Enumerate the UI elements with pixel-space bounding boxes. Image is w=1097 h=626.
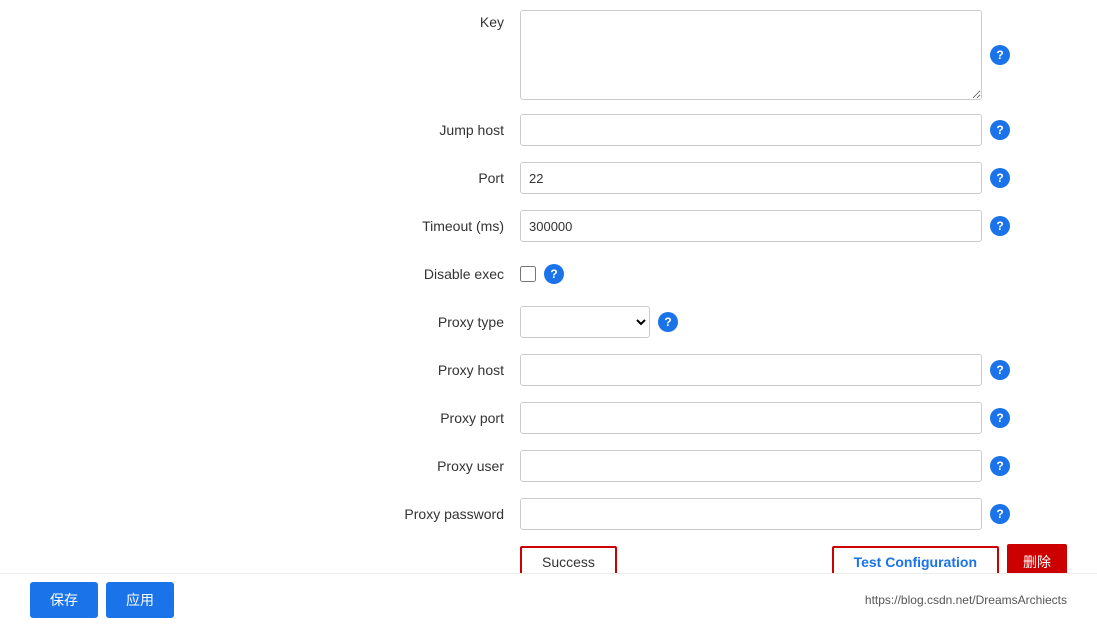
proxy-user-row: Proxy user ? — [370, 448, 1067, 484]
port-label: Port — [370, 170, 520, 186]
jump-host-input[interactable] — [520, 114, 982, 146]
timeout-input-wrap: ? — [520, 210, 1010, 242]
proxy-host-input-wrap: ? — [520, 354, 1010, 386]
proxy-user-help-icon[interactable]: ? — [990, 456, 1010, 476]
success-button[interactable]: Success — [520, 546, 617, 573]
key-help-icon[interactable]: ? — [990, 45, 1010, 65]
proxy-port-row: Proxy port ? — [370, 400, 1067, 436]
key-row: Key ? — [370, 10, 1067, 100]
key-label: Key — [370, 10, 520, 30]
proxy-port-help-icon[interactable]: ? — [990, 408, 1010, 428]
footer: 保存 应用 https://blog.csdn.net/DreamsArchie… — [0, 573, 1097, 626]
jump-host-row: Jump host ? — [370, 112, 1067, 148]
proxy-port-input-wrap: ? — [520, 402, 1010, 434]
timeout-input[interactable] — [520, 210, 982, 242]
main-content: Key ? Jump host ? Port ? — [0, 0, 1097, 573]
footer-left: 保存 应用 — [30, 582, 174, 618]
proxy-user-input[interactable] — [520, 450, 982, 482]
port-help-icon[interactable]: ? — [990, 168, 1010, 188]
disable-exec-row: Disable exec ? — [370, 256, 1067, 292]
page-wrapper: Key ? Jump host ? Port ? — [0, 0, 1097, 626]
jump-host-input-wrap: ? — [520, 114, 1010, 146]
port-input[interactable] — [520, 162, 982, 194]
action-row: Success Test Configuration 删除 — [370, 544, 1067, 573]
key-textarea[interactable] — [520, 10, 982, 100]
proxy-password-label: Proxy password — [370, 506, 520, 522]
timeout-help-icon[interactable]: ? — [990, 216, 1010, 236]
disable-exec-input-wrap: ? — [520, 264, 1010, 284]
proxy-type-label: Proxy type — [370, 314, 520, 330]
disable-exec-help-icon[interactable]: ? — [544, 264, 564, 284]
proxy-password-help-icon[interactable]: ? — [990, 504, 1010, 524]
proxy-password-input[interactable] — [520, 498, 982, 530]
apply-button[interactable]: 应用 — [106, 582, 174, 618]
proxy-user-label: Proxy user — [370, 458, 520, 474]
disable-exec-label: Disable exec — [370, 266, 520, 282]
jump-host-help-icon[interactable]: ? — [990, 120, 1010, 140]
proxy-password-input-wrap: ? — [520, 498, 1010, 530]
form-section: Key ? Jump host ? Port ? — [370, 10, 1067, 573]
key-input-wrap: ? — [520, 10, 1010, 100]
proxy-port-input[interactable] — [520, 402, 982, 434]
port-input-wrap: ? — [520, 162, 1010, 194]
proxy-host-help-icon[interactable]: ? — [990, 360, 1010, 380]
jump-host-label: Jump host — [370, 122, 520, 138]
delete-button[interactable]: 删除 — [1007, 544, 1067, 573]
proxy-user-input-wrap: ? — [520, 450, 1010, 482]
disable-exec-checkbox[interactable] — [520, 266, 536, 282]
timeout-label: Timeout (ms) — [370, 218, 520, 234]
proxy-port-label: Proxy port — [370, 410, 520, 426]
proxy-host-label: Proxy host — [370, 362, 520, 378]
timeout-row: Timeout (ms) ? — [370, 208, 1067, 244]
save-button[interactable]: 保存 — [30, 582, 98, 618]
proxy-type-input-wrap: HTTP SOCKS5 ? — [520, 306, 1010, 338]
port-row: Port ? — [370, 160, 1067, 196]
proxy-host-row: Proxy host ? — [370, 352, 1067, 388]
test-config-button[interactable]: Test Configuration — [832, 546, 999, 573]
proxy-password-row: Proxy password ? — [370, 496, 1067, 532]
proxy-type-select[interactable]: HTTP SOCKS5 — [520, 306, 650, 338]
proxy-type-help-icon[interactable]: ? — [658, 312, 678, 332]
proxy-type-row: Proxy type HTTP SOCKS5 ? — [370, 304, 1067, 340]
footer-url: https://blog.csdn.net/DreamsArchiects — [865, 593, 1067, 607]
proxy-host-input[interactable] — [520, 354, 982, 386]
